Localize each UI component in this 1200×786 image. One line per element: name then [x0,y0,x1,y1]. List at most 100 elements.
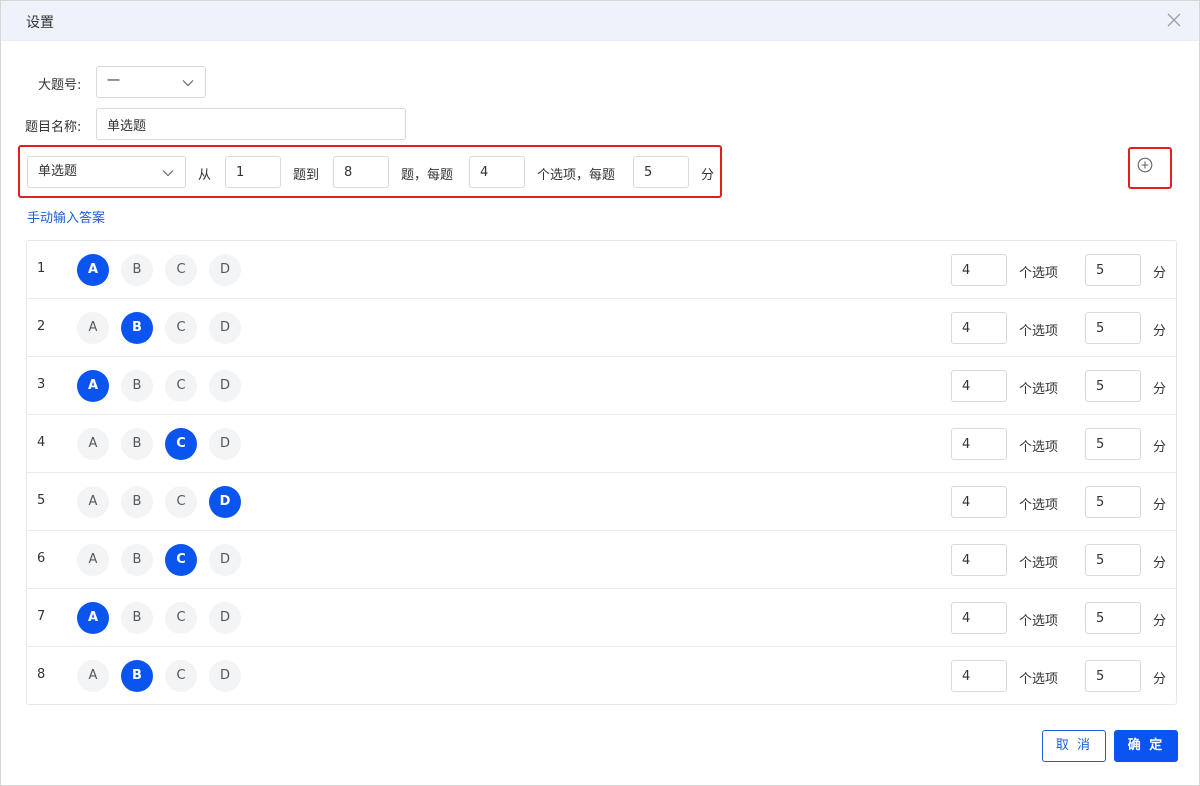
option-c-button[interactable]: C [165,486,197,518]
to-label: 题到 [293,168,320,183]
option-d-button[interactable]: D [209,370,241,402]
row-score-unit: 分 [1153,614,1167,629]
question-number: 3 [37,377,46,392]
row-score-input[interactable] [1085,254,1141,286]
question-name-label: 题目名称: [25,120,82,135]
row-options-input[interactable] [951,602,1007,634]
row-score-input[interactable] [1085,312,1141,344]
row-options-input[interactable] [951,428,1007,460]
row-options-input[interactable] [951,544,1007,576]
row-score-unit: 分 [1153,556,1167,571]
score-input[interactable] [633,156,689,188]
option-b-button[interactable]: B [121,312,153,344]
option-a-button[interactable]: A [77,312,109,344]
question-number: 2 [37,319,46,334]
option-d-button[interactable]: D [209,602,241,634]
option-d-button[interactable]: D [209,486,241,518]
table-row: 6 ABCD 个选项 分 [27,531,1176,589]
option-d-button[interactable]: D [209,544,241,576]
option-d-button[interactable]: D [209,428,241,460]
row-score-input[interactable] [1085,660,1141,692]
row-score-unit: 分 [1153,498,1167,513]
row-score-input[interactable] [1085,486,1141,518]
option-a-button[interactable]: A [77,486,109,518]
option-b-button[interactable]: B [121,660,153,692]
close-icon[interactable] [1165,11,1183,29]
option-c-button[interactable]: C [165,428,197,460]
option-c-button[interactable]: C [165,544,197,576]
plus-circle-icon[interactable] [1137,157,1153,173]
row-options-unit: 个选项 [1019,672,1059,687]
option-a-button[interactable]: A [77,660,109,692]
option-a-button[interactable]: A [77,544,109,576]
section-number-select[interactable]: 一 [96,66,206,98]
chevron-down-icon [182,80,194,87]
table-row: 4 ABCD 个选项 分 [27,415,1176,473]
row-options-unit: 个选项 [1019,498,1059,513]
options-count-input[interactable] [469,156,525,188]
row-options-input[interactable] [951,370,1007,402]
each-label: 题，每题 [401,168,454,183]
option-c-button[interactable]: C [165,370,197,402]
option-b-button[interactable]: B [121,428,153,460]
option-a-button[interactable]: A [77,370,109,402]
option-b-button[interactable]: B [121,370,153,402]
cancel-button[interactable]: 取 消 [1042,730,1106,762]
row-score-input[interactable] [1085,428,1141,460]
row-score-unit: 分 [1153,440,1167,455]
option-b-button[interactable]: B [121,544,153,576]
table-row: 5 ABCD 个选项 分 [27,473,1176,531]
confirm-button[interactable]: 确 定 [1114,730,1178,762]
row-options-unit: 个选项 [1019,266,1059,281]
option-a-button[interactable]: A [77,428,109,460]
option-d-button[interactable]: D [209,660,241,692]
question-name-input[interactable] [96,108,406,140]
row-options-input[interactable] [951,660,1007,692]
question-type-value: 单选题 [38,164,78,179]
table-row: 2 ABCD 个选项 分 [27,299,1176,357]
answer-table: 1ABCD个选项分2ABCD个选项分3ABCD个选项分4ABCD个选项分5ABC… [26,240,1177,705]
question-number: 1 [37,261,46,276]
row-score-unit: 分 [1153,266,1167,281]
row-options-input[interactable] [951,486,1007,518]
row-score-input[interactable] [1085,602,1141,634]
row-score-input[interactable] [1085,544,1141,576]
option-b-button[interactable]: B [121,602,153,634]
manual-answer-link[interactable]: 手动输入答案 [27,207,105,226]
question-number: 8 [37,667,46,682]
chevron-down-icon [162,170,174,177]
option-b-button[interactable]: B [121,486,153,518]
row-score-unit: 分 [1153,382,1167,397]
question-number: 4 [37,435,46,450]
question-number: 7 [37,609,46,624]
dialog-header: 设置 [1,1,1199,41]
dialog-title: 设置 [26,15,54,31]
table-row: 3 ABCD 个选项 分 [27,357,1176,415]
row-options-unit: 个选项 [1019,382,1059,397]
option-a-button[interactable]: A [77,254,109,286]
section-number-label: 大题号: [38,78,82,93]
table-row: 8 ABCD 个选项 分 [27,647,1176,705]
from-label: 从 [198,168,212,183]
question-number: 6 [37,551,46,566]
option-c-button[interactable]: C [165,602,197,634]
row-score-input[interactable] [1085,370,1141,402]
question-number: 5 [37,493,46,508]
option-c-button[interactable]: C [165,312,197,344]
question-type-select[interactable]: 单选题 [27,156,186,188]
from-input[interactable] [225,156,281,188]
settings-dialog: 设置 大题号: 一 题目名称: 单选题 从 题到 题，每题 个选项，每题 分 手… [0,0,1200,786]
row-options-input[interactable] [951,254,1007,286]
row-score-unit: 分 [1153,324,1167,339]
option-c-button[interactable]: C [165,660,197,692]
option-a-button[interactable]: A [77,602,109,634]
table-row: 1 ABCD 个选项 分 [27,241,1176,299]
option-b-button[interactable]: B [121,254,153,286]
option-c-button[interactable]: C [165,254,197,286]
option-d-button[interactable]: D [209,312,241,344]
option-d-button[interactable]: D [209,254,241,286]
row-score-unit: 分 [1153,672,1167,687]
row-options-input[interactable] [951,312,1007,344]
section-number-value: 一 [107,74,121,89]
to-input[interactable] [333,156,389,188]
